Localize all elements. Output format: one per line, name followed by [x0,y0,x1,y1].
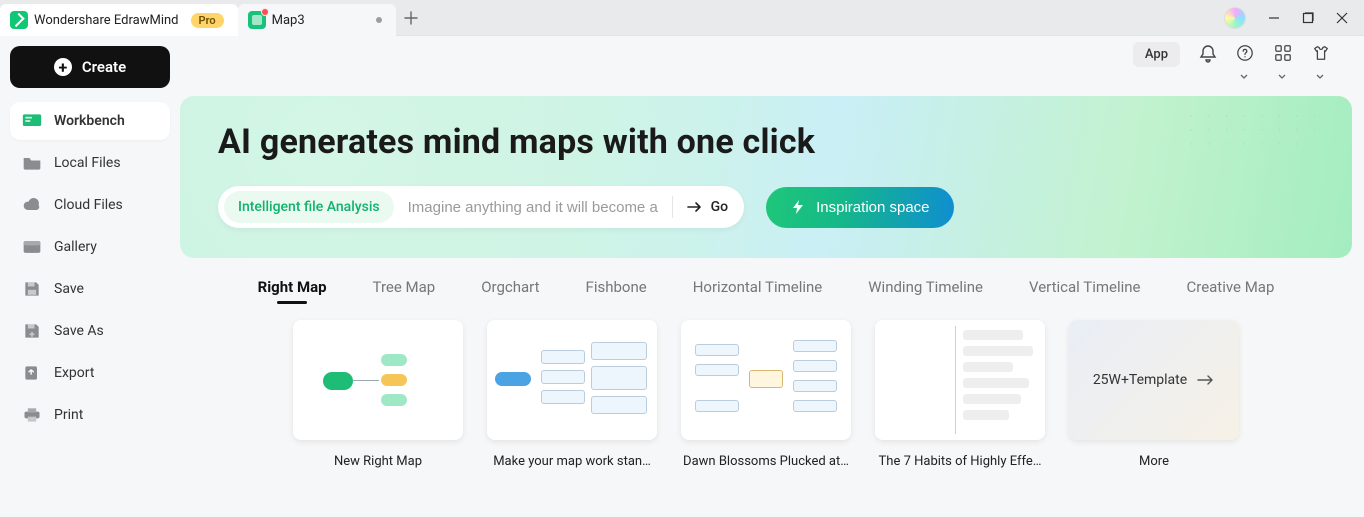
template-card[interactable]: The 7 Habits of Highly Effe… [875,320,1045,469]
create-label: Create [82,58,126,76]
cloud-icon [22,196,42,214]
tab-creative-map[interactable]: Creative Map [1184,278,1276,302]
app-logo-icon [10,11,28,29]
sidebar-item-cloud-files[interactable]: Cloud Files [10,186,170,224]
template-more-thumb: 25W+Template [1069,320,1239,440]
ai-hero: · · · · · · · ·· · · · · · · ·· · · · · … [180,96,1352,258]
tab-tree-map[interactable]: Tree Map [371,278,438,302]
create-button[interactable]: + Create [10,46,170,88]
create-plus-icon: + [54,58,72,76]
template-label: Dawn Blossoms Plucked at… [681,454,851,469]
workbench-icon [22,112,42,130]
template-cards: New Right Map Make your map work st [180,320,1352,469]
window-minimize-button[interactable] [1268,12,1280,24]
sidebar-item-print[interactable]: Print [10,396,170,434]
hero-title: AI generates mind maps with one click [218,122,1314,162]
ai-prompt-input[interactable] [408,199,658,216]
ai-go-button[interactable]: Go [687,199,728,215]
sidebar-item-save[interactable]: Save [10,270,170,308]
close-icon [1336,12,1348,24]
inspiration-space-button[interactable]: Inspiration space [766,187,953,228]
tab-horizontal-timeline[interactable]: Horizontal Timeline [691,278,825,302]
arrow-right-icon [687,201,703,213]
sidebar-item-label: Export [54,365,94,381]
plus-icon [404,11,418,25]
save-icon [22,280,42,298]
minimize-icon [1268,12,1280,24]
folder-icon [22,154,42,172]
ai-go-label: Go [711,199,728,215]
sidebar-item-label: Print [54,407,83,423]
tab-vertical-timeline[interactable]: Vertical Timeline [1027,278,1143,302]
sidebar-item-label: Gallery [54,239,97,255]
tab-right-map[interactable]: Right Map [256,278,329,302]
sidebar-item-local-files[interactable]: Local Files [10,144,170,182]
template-thumb-icon [293,320,463,440]
sidebar-item-gallery[interactable]: Gallery [10,228,170,266]
lightning-icon [790,199,806,215]
app-name: Wondershare EdrawMind [34,13,179,28]
tab-orgchart[interactable]: Orgchart [479,278,541,302]
separator [672,196,673,218]
window-close-button[interactable] [1336,12,1348,24]
main: App · · · · [180,36,1364,517]
sidebar-item-workbench[interactable]: Workbench [10,102,170,140]
file-tab-icon [248,11,266,29]
template-card-more[interactable]: 25W+Template More [1069,320,1239,469]
hero-decor-icon: · · · · · · · ·· · · · · · · ·· · · · · … [1190,110,1322,152]
template-label: Make your map work stan… [487,454,657,469]
sidebar: + Create Workbench Local Files Cloud Fil… [0,36,180,517]
template-label: More [1069,454,1239,469]
sidebar-item-label: Workbench [54,113,125,129]
sidebar-item-label: Cloud Files [54,197,123,213]
templates: Right Map Tree Map Orgchart Fishbone Hor… [180,278,1352,469]
export-icon [22,364,42,382]
file-tab-label: Map3 [272,13,305,28]
saveas-icon [22,322,42,340]
pro-badge: Pro [191,13,224,28]
sidebar-item-label: Save As [54,323,104,339]
arrow-right-icon [1197,374,1215,386]
template-more-text: 25W+Template [1093,372,1187,388]
file-modified-dot-icon [376,17,382,23]
sidebar-item-label: Save [54,281,84,297]
tab-winding-timeline[interactable]: Winding Timeline [866,278,985,302]
template-label: New Right Map [293,454,463,469]
ai-mode-chip[interactable]: Intelligent file Analysis [224,191,394,223]
template-thumb-icon [487,320,657,440]
sidebar-item-label: Local Files [54,155,121,171]
inspiration-label: Inspiration space [816,199,929,216]
gallery-icon [22,238,42,256]
sidebar-item-save-as[interactable]: Save As [10,312,170,350]
sidebar-item-export[interactable]: Export [10,354,170,392]
template-label: The 7 Habits of Highly Effe… [875,454,1045,469]
template-tabs: Right Map Tree Map Orgchart Fishbone Hor… [180,278,1352,302]
window-maximize-button[interactable] [1302,12,1314,24]
unsaved-badge-icon [261,8,269,16]
template-card[interactable]: Dawn Blossoms Plucked at… [681,320,851,469]
template-card[interactable]: Make your map work stan… [487,320,657,469]
template-thumb-icon [875,320,1045,440]
print-icon [22,406,42,424]
ai-input-bar: Intelligent file Analysis Go [218,186,744,228]
template-thumb-icon [681,320,851,440]
template-card[interactable]: New Right Map [293,320,463,469]
maximize-icon [1302,12,1314,24]
avatar-icon[interactable] [1224,7,1246,29]
tab-fishbone[interactable]: Fishbone [584,278,649,302]
